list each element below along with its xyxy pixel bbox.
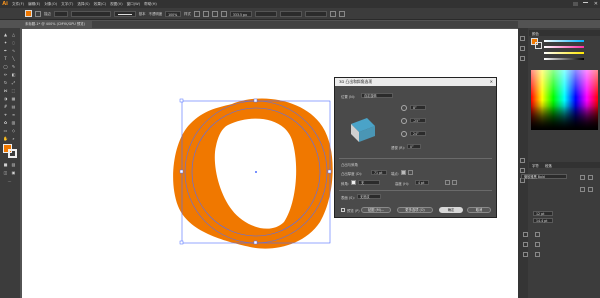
libraries-panel-icon[interactable]	[520, 56, 525, 61]
color-sliders	[544, 37, 590, 63]
cancel-button[interactable]: 取消	[467, 207, 491, 213]
cyan-slider[interactable]	[544, 40, 584, 42]
rotate-y-input[interactable]: -25°	[410, 118, 426, 123]
cap-on-icon[interactable]	[401, 170, 406, 175]
properties-panel-icon[interactable]	[520, 36, 525, 41]
preview-label: 预览 (P)	[347, 209, 360, 213]
align-center-icon[interactable]	[588, 175, 593, 180]
preview-checkbox[interactable]	[341, 208, 345, 212]
rotate-y-icon	[401, 118, 407, 124]
character-panel-tab[interactable]: 字符	[532, 163, 539, 168]
rotation-cube-preview[interactable]	[343, 108, 383, 144]
extrude-depth-label: 凸出厚度 (D):	[341, 172, 363, 176]
baseline-shift-icon[interactable]	[523, 252, 528, 257]
horizontal-scale-icon[interactable]	[535, 242, 540, 247]
align-left-icon[interactable]	[580, 175, 585, 180]
color-panel-tab[interactable]: 颜色	[532, 31, 539, 36]
yellow-slider[interactable]	[544, 52, 584, 54]
cap-label: 端点:	[391, 172, 399, 176]
section-divider	[339, 158, 492, 159]
surface-label: 表面 (S):	[341, 196, 355, 200]
bevel-swatch	[351, 180, 356, 185]
rotate-z-icon	[401, 131, 407, 137]
leading-input[interactable]: 14.4 pt	[533, 218, 553, 223]
position-select[interactable]: 自定旋转	[361, 93, 393, 98]
cap-off-icon[interactable]	[408, 170, 413, 175]
black-slider[interactable]	[544, 58, 584, 60]
kerning-icon[interactable]	[535, 232, 540, 237]
spectrum-shade	[531, 70, 598, 130]
font-family-select[interactable]: 微软雅黑 Bold	[521, 174, 567, 179]
rotation-icon[interactable]	[535, 252, 540, 257]
extrude-depth-input[interactable]: 71 pt	[371, 170, 387, 175]
canvas-artwork[interactable]	[0, 0, 600, 298]
dialog-close-icon[interactable]: ✕	[490, 79, 493, 84]
extruded-ring-shape	[173, 98, 333, 249]
align-right-icon[interactable]	[580, 187, 585, 192]
map-art-button[interactable]: 贴图 (M)...	[361, 207, 391, 213]
extrude-section-label: 凸出与斜角	[341, 163, 358, 167]
bevel-label: 斜角:	[341, 182, 349, 186]
magenta-slider[interactable]	[544, 46, 584, 48]
brushes-panel-icon[interactable]	[520, 158, 525, 163]
justify-icon[interactable]	[588, 187, 593, 192]
bevel-out-icon[interactable]	[445, 180, 450, 185]
center-point	[255, 171, 257, 173]
paragraph-align-group	[580, 175, 598, 211]
tracking-icon[interactable]	[523, 232, 528, 237]
section-divider-2	[339, 190, 492, 191]
layers-panel-icon[interactable]	[520, 46, 525, 51]
paragraph-panel-tab[interactable]: 段落	[545, 163, 552, 168]
font-size-input[interactable]: 12 pt	[533, 211, 553, 216]
position-label: 位置 (N):	[341, 95, 356, 99]
bevel-select[interactable]: 无	[358, 180, 380, 185]
character-options-grid	[521, 230, 597, 280]
panel-stroke-swatch[interactable]	[535, 42, 542, 49]
rotate-z-input[interactable]: 24°	[410, 131, 426, 136]
perspective-label: 透视 (R):	[391, 146, 406, 150]
ok-button[interactable]: 确定	[439, 207, 463, 213]
height-label: 高度 (H):	[395, 182, 410, 186]
bevel-in-icon[interactable]	[452, 180, 457, 185]
surface-select[interactable]: 无底纹	[357, 194, 381, 199]
character-panel-tabbar: 字符 段落	[529, 162, 600, 168]
rotate-x-input[interactable]: 8°	[410, 105, 426, 110]
height-input[interactable]: 4 pt	[415, 180, 429, 185]
more-options-button[interactable]: 更多选项 (O)	[397, 207, 433, 213]
vertical-scale-icon[interactable]	[523, 242, 528, 247]
3d-extrude-bevel-dialog: 3D 凸出和斜角选项 ✕ 位置 (N): 自定旋转 8° -25° 24° 透视…	[334, 77, 497, 218]
perspective-input[interactable]: 0°	[407, 144, 421, 149]
symbols-panel-icon[interactable]	[520, 168, 525, 173]
rotate-x-icon	[401, 105, 407, 111]
color-panel-tabbar: 颜色	[529, 30, 600, 36]
dialog-title: 3D 凸出和斜角选项	[335, 78, 496, 86]
